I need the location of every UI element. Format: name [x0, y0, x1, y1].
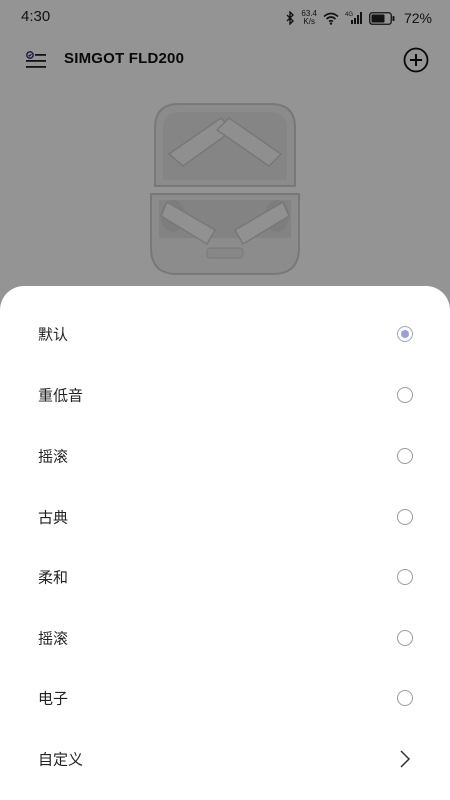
eq-option-electronic[interactable]: 电子: [0, 668, 450, 728]
radio-unselected-icon[interactable]: [397, 690, 413, 706]
radio-selected-icon[interactable]: [397, 326, 413, 342]
eq-option-classical[interactable]: 古典: [0, 487, 450, 547]
eq-preset-sheet: 默认 重低音 摇滚 古典 柔和 摇滚 电子 自定义: [0, 286, 450, 800]
eq-option-bass[interactable]: 重低音: [0, 365, 450, 425]
eq-option-label: 自定义: [38, 750, 84, 769]
eq-option-rock[interactable]: 摇滚: [0, 426, 450, 486]
eq-option-label: 摇滚: [38, 629, 69, 648]
radio-unselected-icon[interactable]: [397, 387, 413, 403]
eq-option-soft[interactable]: 柔和: [0, 547, 450, 607]
radio-unselected-icon[interactable]: [397, 509, 413, 525]
eq-option-default[interactable]: 默认: [0, 304, 450, 364]
radio-unselected-icon[interactable]: [397, 630, 413, 646]
eq-option-label: 摇滚: [38, 447, 69, 466]
radio-unselected-icon[interactable]: [397, 448, 413, 464]
eq-option-label: 电子: [38, 689, 69, 708]
eq-option-label: 重低音: [38, 386, 84, 405]
eq-option-label: 柔和: [38, 568, 69, 587]
chevron-right-icon[interactable]: [396, 749, 414, 769]
radio-unselected-icon[interactable]: [397, 569, 413, 585]
eq-option-rock-2[interactable]: 摇滚: [0, 608, 450, 668]
eq-option-custom[interactable]: 自定义: [0, 729, 450, 789]
eq-option-label: 默认: [38, 325, 69, 344]
eq-option-label: 古典: [38, 508, 69, 527]
